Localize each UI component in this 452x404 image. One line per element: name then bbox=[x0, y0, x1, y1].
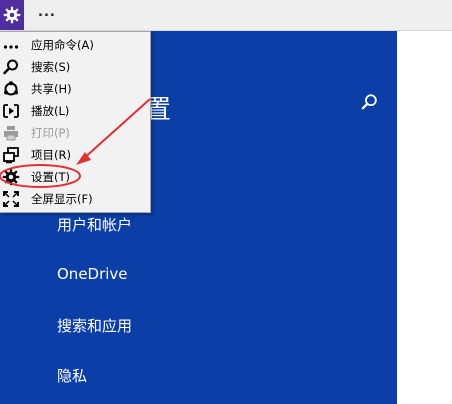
menu-item-label: 共享(H) bbox=[31, 82, 72, 96]
fullscreen-icon bbox=[3, 191, 19, 207]
settings-item-privacy[interactable]: 隐私 bbox=[57, 365, 87, 386]
play-icon bbox=[3, 104, 19, 118]
menu-item-label: 应用命令(A) bbox=[31, 38, 94, 52]
menu-item-project[interactable]: 项目(R) bbox=[0, 144, 150, 166]
title-bar: ... bbox=[0, 0, 452, 31]
more-icon bbox=[3, 45, 19, 49]
print-icon bbox=[4, 126, 18, 141]
settings-item-onedrive[interactable]: OneDrive bbox=[57, 265, 128, 283]
app-menu-button[interactable] bbox=[0, 0, 24, 30]
title-overflow-label[interactable]: ... bbox=[38, 5, 56, 20]
menu-item-print: 打印(P) bbox=[0, 122, 150, 144]
share-icon bbox=[4, 81, 18, 96]
project-icon bbox=[3, 147, 19, 164]
menu-item-settings[interactable]: 设置(T) bbox=[0, 166, 150, 188]
menu-item-label: 设置(T) bbox=[31, 170, 70, 184]
menu-item-label: 全屏显示(F) bbox=[31, 192, 93, 206]
menu-item-label: 播放(L) bbox=[31, 104, 70, 118]
menu-item-app-commands[interactable]: 应用命令(A) bbox=[0, 34, 150, 56]
search-icon[interactable] bbox=[361, 93, 379, 111]
menu-item-fullscreen[interactable]: 全屏显示(F) bbox=[0, 188, 150, 210]
search-icon bbox=[3, 59, 18, 75]
gear-icon bbox=[2, 168, 20, 186]
menu-item-play[interactable]: 播放(L) bbox=[0, 100, 150, 122]
gear-icon bbox=[3, 6, 21, 24]
app-menu-dropdown: 应用命令(A) 搜索(S) 共享(H) 播放(L) 打印(P) 项目(R) 设置… bbox=[0, 31, 151, 213]
settings-item-search-apps[interactable]: 搜索和应用 bbox=[57, 315, 132, 336]
settings-item-accounts[interactable]: 用户和帐户 bbox=[57, 214, 132, 235]
menu-item-search[interactable]: 搜索(S) bbox=[0, 56, 150, 78]
menu-item-label: 搜索(S) bbox=[31, 60, 71, 74]
menu-item-label: 打印(P) bbox=[31, 126, 70, 140]
menu-item-share[interactable]: 共享(H) bbox=[0, 78, 150, 100]
menu-item-label: 项目(R) bbox=[31, 148, 71, 162]
